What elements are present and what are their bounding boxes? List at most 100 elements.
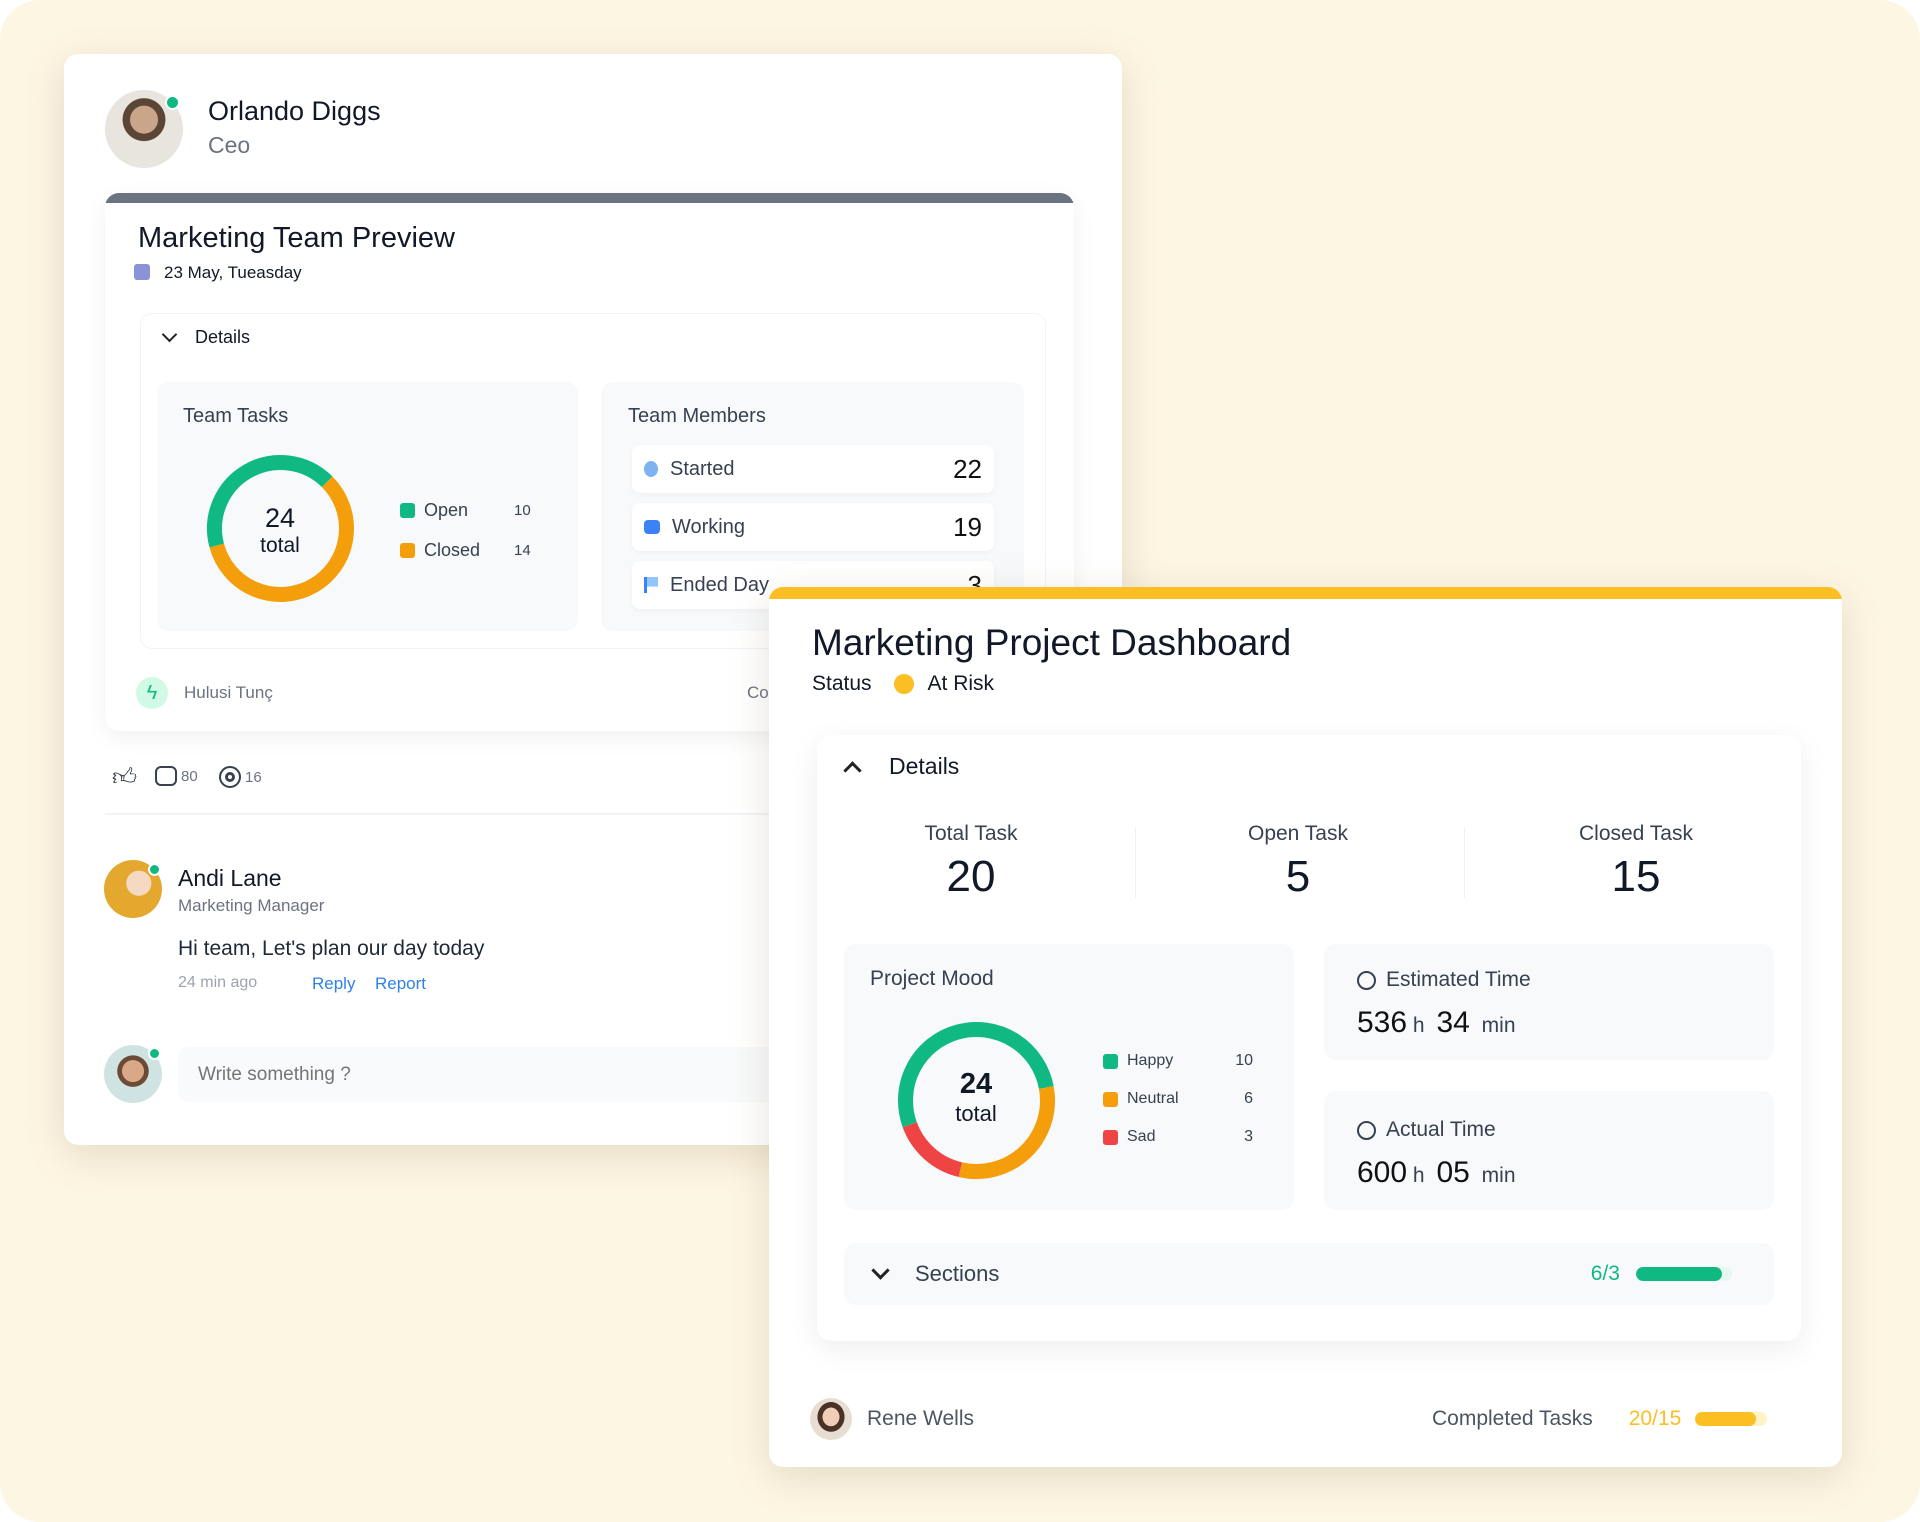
legend-value: 6 (1244, 1090, 1253, 1107)
stat-label: Closed Task (1578, 822, 1693, 845)
completed-progress-bar (1695, 1412, 1768, 1426)
legend-swatch (1103, 1129, 1118, 1145)
row-label: Ended Day (670, 573, 769, 596)
stat-value: 20 (946, 852, 996, 901)
member-row-started[interactable]: Started 22 (632, 445, 994, 493)
team-preview-date: 23 May, Tueasday (164, 263, 302, 282)
online-indicator (165, 95, 180, 110)
details-label: Details (195, 327, 251, 347)
dashboard-title: Marketing Project Dashboard (812, 622, 1292, 663)
legend-open: Open 10 (400, 500, 531, 521)
divider (105, 813, 805, 815)
legend-label: Open (424, 500, 469, 520)
lightning-avatar: ϟ (136, 677, 168, 709)
mood-total: 24 total (926, 1068, 1026, 1127)
legend-swatch (400, 503, 415, 518)
member-row-working[interactable]: Working 19 (632, 503, 994, 551)
online-indicator (148, 1047, 161, 1060)
legend-swatch (1103, 1091, 1118, 1107)
stat-closed-task: Closed Task 15 (1536, 822, 1736, 902)
details-toggle[interactable]: Details (160, 326, 251, 348)
estimated-time: Estimated Time 536 h 34 min (1357, 968, 1531, 1040)
legend-value: 10 (1235, 1052, 1253, 1069)
actual-label: Actual Time (1386, 1118, 1496, 1141)
stat-label: Open Task (1247, 822, 1348, 845)
legend-swatch (400, 543, 415, 558)
comment-time: 24 min ago (178, 974, 258, 991)
completed-tasks: Completed Tasks 20/15 (1432, 1407, 1768, 1431)
completed-progress-text: 20/15 (1628, 1407, 1682, 1430)
actual-time: Actual Time 600 h 05 min (1357, 1118, 1516, 1190)
row-label: Working (672, 515, 745, 538)
comment-input[interactable] (178, 1047, 818, 1102)
flag-icon (644, 577, 658, 593)
comment-author-role: Marketing Manager (178, 896, 325, 915)
chevron-up-icon (843, 761, 862, 780)
sections-progress-bar (1636, 1267, 1732, 1281)
online-indicator (148, 863, 161, 876)
legend-closed: Closed 14 (400, 540, 531, 561)
hours-unit: h (1412, 1014, 1425, 1037)
reply-link[interactable]: Reply (312, 974, 355, 994)
clock-icon (1357, 970, 1376, 990)
comments-button[interactable]: 80 (155, 766, 198, 786)
legend-swatch (1103, 1053, 1118, 1069)
hours-value: 536 (1357, 1006, 1408, 1039)
stat-total-task: Total Task 20 (871, 822, 1071, 902)
comment-icon (155, 766, 177, 786)
status-value: At Risk (927, 672, 995, 695)
avatar-rene[interactable] (810, 1398, 852, 1440)
comment-count: 80 (181, 767, 198, 785)
profile-role: Ceo (208, 132, 251, 158)
comment-text: Hi team, Let's plan our day today (178, 937, 485, 960)
stat-value: 15 (1611, 852, 1661, 901)
legend-value: 14 (514, 542, 531, 559)
legend-label: Happy (1127, 1052, 1174, 1069)
footer-user: Hulusi Tunç (184, 683, 273, 702)
legend-neutral: Neutral 6 (1103, 1090, 1253, 1108)
rene-name: Rene Wells (867, 1407, 974, 1430)
row-value: 22 (953, 453, 982, 484)
row-label: Started (670, 457, 735, 480)
team-preview-title: Marketing Team Preview (138, 222, 455, 254)
total-value: 24 (959, 1068, 993, 1100)
stat-divider (1135, 828, 1136, 898)
sections-row[interactable]: Sections 6/3 (844, 1243, 1774, 1305)
minutes-value: 05 (1436, 1156, 1470, 1189)
row-value: 19 (953, 511, 982, 542)
dashboard-details-toggle[interactable]: Details (840, 753, 959, 780)
legend-happy: Happy 10 (1103, 1052, 1253, 1070)
team-members-label: Team Members (628, 405, 766, 427)
profile-name: Orlando Diggs (208, 96, 381, 126)
donut-segment-sad (902, 1121, 963, 1177)
legend-value: 3 (1244, 1128, 1253, 1145)
legend-label: Closed (424, 540, 481, 560)
sections-progress-fill (1636, 1267, 1723, 1281)
briefcase-icon (644, 520, 660, 534)
minutes-unit: min (1481, 1164, 1516, 1187)
team-tasks-total: 24 total (230, 503, 330, 558)
clock-icon (1357, 1120, 1376, 1140)
legend-value: 10 (514, 502, 531, 519)
minutes-value: 34 (1436, 1006, 1470, 1039)
total-label: total (955, 1101, 997, 1126)
team-tasks-label: Team Tasks (183, 405, 289, 427)
chevron-down-icon (871, 1260, 890, 1280)
total-label: total (260, 534, 300, 557)
like-button[interactable]: 👍︎ (112, 764, 137, 792)
stat-value: 5 (1285, 852, 1311, 901)
eye-icon (219, 766, 241, 788)
completed-progress-fill (1695, 1412, 1757, 1426)
status: Status At Risk (812, 672, 994, 696)
minutes-unit: min (1481, 1014, 1516, 1037)
footer-right-text: Co (747, 683, 769, 702)
stat-divider (1464, 828, 1465, 898)
report-link[interactable]: Report (375, 974, 426, 994)
legend-sad: Sad 3 (1103, 1128, 1253, 1146)
project-mood-label: Project Mood (870, 967, 994, 990)
comment-author: Andi Lane (178, 865, 282, 891)
calendar-icon (134, 264, 150, 280)
estimated-label: Estimated Time (1386, 968, 1531, 991)
chevron-down-icon (161, 326, 178, 343)
view-count: 16 (245, 768, 262, 786)
